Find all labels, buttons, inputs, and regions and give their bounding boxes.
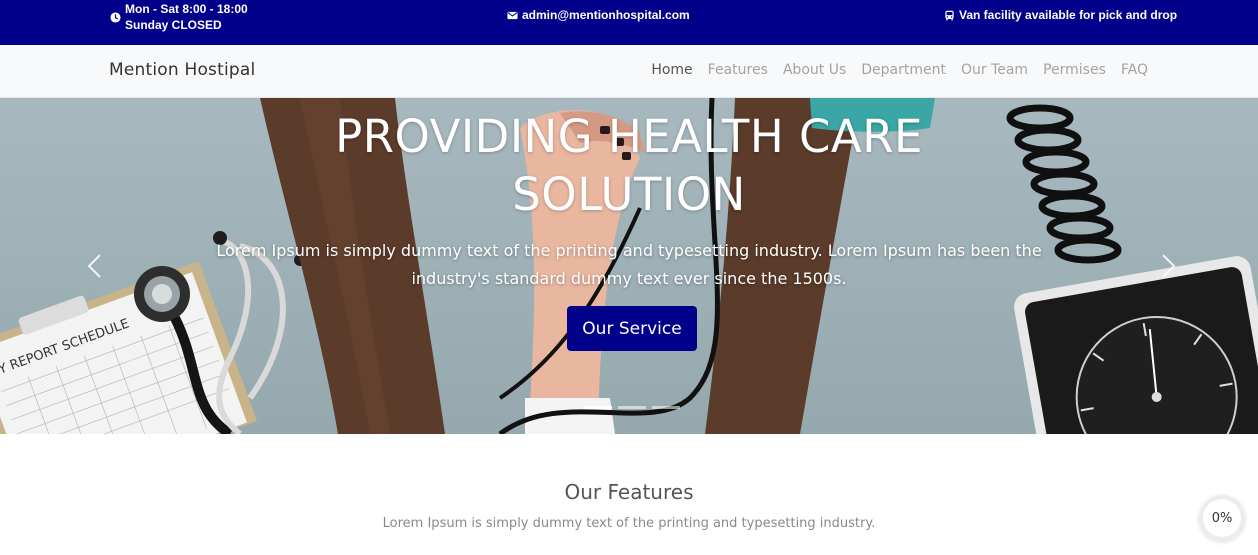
van-text: Van facility available for pick and drop [959, 8, 1178, 22]
our-service-button[interactable]: Our Service [567, 306, 697, 351]
carousel-indicator-1[interactable] [584, 406, 612, 409]
nav-link-department[interactable]: Department [861, 62, 946, 78]
nav-link-permises[interactable]: Permises [1043, 62, 1106, 78]
hours-weekday: Mon - Sat 8:00 - 18:00 [125, 2, 248, 16]
hero-subtitle: Lorem Ipsum is simply dummy text of the … [0, 237, 1258, 293]
nav-link-about-us[interactable]: About Us [783, 62, 846, 78]
scroll-progress-indicator[interactable]: 0% [1199, 495, 1245, 541]
hero-carousel: Y REPORT SCHEDULE PROVIDING HEALTH CARE … [0, 98, 1258, 434]
hero-title-line-1: PROVIDING HEALTH CARE [335, 110, 923, 163]
hero-subtitle-line-1: Lorem Ipsum is simply dummy text of the … [216, 241, 1042, 260]
clock-icon [110, 11, 121, 23]
nav-link-features[interactable]: Features [708, 62, 768, 78]
hours-sunday: Sunday CLOSED [125, 18, 222, 32]
carousel-indicator-2[interactable] [618, 406, 646, 409]
carousel-indicators [584, 406, 680, 409]
hero-subtitle-line-2: industry's standard dummy text ever sinc… [411, 269, 847, 288]
contact-email[interactable]: admin@mentionhospital.com [507, 8, 690, 22]
chevron-right-icon[interactable] [1158, 253, 1178, 279]
features-subtitle: Lorem Ipsum is simply dummy text of the … [382, 516, 876, 531]
hero-title: PROVIDING HEALTH CARE SOLUTION [0, 108, 1258, 224]
features-heading: Our Features [564, 480, 694, 504]
main-navbar: Mention Hostipal Home Features About Us … [0, 45, 1258, 98]
nav-link-faq[interactable]: FAQ [1121, 62, 1148, 78]
progress-label: 0% [1211, 510, 1233, 526]
carousel-indicator-3[interactable] [652, 406, 680, 409]
brand-logo-text[interactable]: Mention Hostipal [109, 60, 255, 80]
bus-icon [945, 10, 954, 20]
nav-link-our-team[interactable]: Our Team [961, 62, 1028, 78]
top-info-bar: Mon - Sat 8:00 - 18:00 Sunday CLOSED adm… [0, 0, 1258, 45]
van-facility: Van facility available for pick and drop [944, 8, 1177, 22]
chevron-left-icon[interactable] [85, 253, 105, 279]
hero-title-line-2: SOLUTION [512, 168, 746, 221]
opening-hours: Mon - Sat 8:00 - 18:00 Sunday CLOSED [110, 1, 248, 33]
email-text[interactable]: admin@mentionhospital.com [522, 8, 690, 22]
nav-link-home[interactable]: Home [651, 62, 692, 78]
envelope-icon [507, 11, 518, 19]
nav-links: Home Features About Us Department Our Te… [651, 62, 1148, 78]
